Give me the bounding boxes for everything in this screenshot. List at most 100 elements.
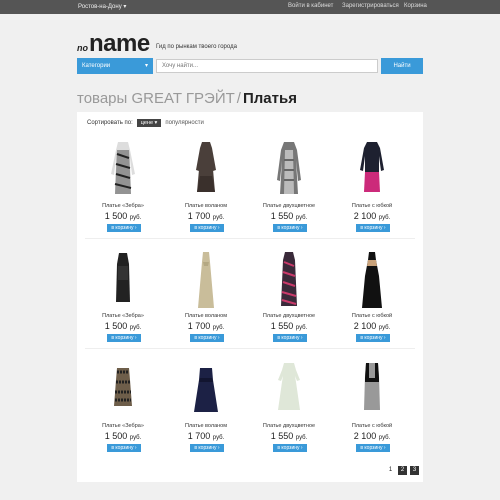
price-value: 2 100 <box>353 211 377 221</box>
price-value: 1 500 <box>104 321 128 331</box>
product-image[interactable] <box>191 360 221 422</box>
row-divider <box>85 238 415 239</box>
price-currency: руб. <box>378 435 391 441</box>
sort-controls: Сортировать по: цене ▾ популярности <box>87 119 204 127</box>
search-button[interactable]: Найти <box>381 58 423 74</box>
breadcrumb-current: Платья <box>242 90 297 107</box>
product-image[interactable] <box>274 140 304 202</box>
add-to-cart-button[interactable]: в корзину › <box>190 444 224 452</box>
row-divider <box>85 348 415 349</box>
product-card[interactable]: Платье воланом 1 700 руб. в корзину › <box>168 134 244 246</box>
tagline: Гид по рынкам твоего города <box>156 44 237 50</box>
product-card[interactable]: Платье «Зебра» 1 500 руб. в корзину › <box>85 354 161 466</box>
product-card[interactable]: Платье воланом 1 700 руб. в корзину › <box>168 354 244 466</box>
product-card[interactable]: Платье воланом 1 700 руб. в корзину › <box>168 244 244 356</box>
price-value: 1 550 <box>270 431 294 441</box>
sort-by-price[interactable]: цене ▾ <box>136 119 162 127</box>
price-currency: руб. <box>212 325 225 331</box>
add-to-cart-button[interactable]: в корзину › <box>273 334 307 342</box>
price-currency: руб. <box>378 215 391 221</box>
price-value: 1 500 <box>104 211 128 221</box>
product-image[interactable] <box>357 140 387 202</box>
breadcrumb-section[interactable]: товары GREAT ГРЭЙТ <box>77 90 235 107</box>
product-card[interactable]: Платье «Зебра» 1 500 руб. в корзину › <box>85 134 161 246</box>
product-image[interactable] <box>357 250 387 312</box>
product-image[interactable] <box>108 250 138 312</box>
add-to-cart-button[interactable]: в корзину › <box>356 224 390 232</box>
price-currency: руб. <box>295 215 308 221</box>
product-card[interactable]: Платье «Зебра» 1 500 руб. в корзину › <box>85 244 161 356</box>
product-image[interactable] <box>357 360 387 422</box>
price-value: 1 550 <box>270 321 294 331</box>
product-title[interactable]: Платье двухцветное <box>251 313 327 319</box>
login-link[interactable]: Войти в кабинет <box>288 3 333 9</box>
product-title[interactable]: Платье с юбкой <box>334 203 410 209</box>
add-to-cart-button[interactable]: в корзину › <box>107 334 141 342</box>
product-image[interactable] <box>191 250 221 312</box>
city-selector[interactable]: Ростов-на-Дону ▾ <box>78 3 126 10</box>
product-price: 2 100 руб. <box>334 321 410 331</box>
logo-prefix: no <box>77 43 88 53</box>
product-title[interactable]: Платье воланом <box>168 423 244 429</box>
product-price: 1 500 руб. <box>85 211 161 221</box>
add-to-cart-button[interactable]: в корзину › <box>107 224 141 232</box>
category-dropdown[interactable]: Категории ▾ <box>77 58 153 74</box>
product-panel: Сортировать по: цене ▾ популярности Плат… <box>77 112 423 482</box>
category-label: Категории <box>82 63 111 69</box>
sort-by-popularity[interactable]: популярности <box>165 120 204 126</box>
add-to-cart-button[interactable]: в корзину › <box>107 444 141 452</box>
add-to-cart-button[interactable]: в корзину › <box>190 334 224 342</box>
product-image[interactable] <box>274 250 304 312</box>
price-value: 2 100 <box>353 431 377 441</box>
cart-link[interactable]: Корзина <box>404 3 427 9</box>
add-to-cart-button[interactable]: в корзину › <box>190 224 224 232</box>
page-1[interactable]: 1 <box>386 466 395 475</box>
breadcrumb-separator: / <box>236 90 241 107</box>
product-title[interactable]: Платье воланом <box>168 203 244 209</box>
product-price: 1 700 руб. <box>168 211 244 221</box>
chevron-down-icon: ▾ <box>144 63 148 69</box>
sort-label: Сортировать по: <box>87 120 133 126</box>
product-card[interactable]: Платье двухцветное 1 550 руб. в корзину › <box>251 244 327 356</box>
pagination: 123 <box>386 466 419 475</box>
search-input[interactable]: Хочу найти... <box>156 59 378 73</box>
price-currency: руб. <box>212 215 225 221</box>
product-image[interactable] <box>191 140 221 202</box>
product-title[interactable]: Платье с юбкой <box>334 423 410 429</box>
price-currency: руб. <box>378 325 391 331</box>
product-price: 1 700 руб. <box>168 321 244 331</box>
product-price: 1 550 руб. <box>251 321 327 331</box>
price-currency: руб. <box>295 435 308 441</box>
product-image[interactable] <box>274 360 304 422</box>
price-value: 1 700 <box>187 321 211 331</box>
price-currency: руб. <box>129 215 142 221</box>
page-3[interactable]: 3 <box>410 466 419 475</box>
add-to-cart-button[interactable]: в корзину › <box>273 224 307 232</box>
add-to-cart-button[interactable]: в корзину › <box>356 334 390 342</box>
product-title[interactable]: Платье воланом <box>168 313 244 319</box>
product-card[interactable]: Платье двухцветное 1 550 руб. в корзину › <box>251 354 327 466</box>
product-card[interactable]: Платье с юбкой 2 100 руб. в корзину › <box>334 244 410 356</box>
logo-name: name <box>89 30 150 57</box>
product-card[interactable]: Платье с юбкой 2 100 руб. в корзину › <box>334 354 410 466</box>
product-title[interactable]: Платье двухцветное <box>251 203 327 209</box>
product-price: 1 500 руб. <box>85 431 161 441</box>
product-card[interactable]: Платье двухцветное 1 550 руб. в корзину › <box>251 134 327 246</box>
product-image[interactable] <box>108 140 138 202</box>
price-currency: руб. <box>129 325 142 331</box>
register-link[interactable]: Зарегистрироваться <box>342 3 399 9</box>
site-logo[interactable]: no name <box>77 30 150 58</box>
page-2[interactable]: 2 <box>398 466 407 475</box>
add-to-cart-button[interactable]: в корзину › <box>356 444 390 452</box>
product-title[interactable]: Платье двухцветное <box>251 423 327 429</box>
product-title[interactable]: Платье «Зебра» <box>85 313 161 319</box>
product-title[interactable]: Платье «Зебра» <box>85 423 161 429</box>
product-card[interactable]: Платье с юбкой 2 100 руб. в корзину › <box>334 134 410 246</box>
price-value: 1 550 <box>270 211 294 221</box>
price-value: 2 100 <box>353 321 377 331</box>
add-to-cart-button[interactable]: в корзину › <box>273 444 307 452</box>
product-title[interactable]: Платье «Зебра» <box>85 203 161 209</box>
product-image[interactable] <box>108 360 138 422</box>
product-title[interactable]: Платье с юбкой <box>334 313 410 319</box>
price-value: 1 700 <box>187 211 211 221</box>
